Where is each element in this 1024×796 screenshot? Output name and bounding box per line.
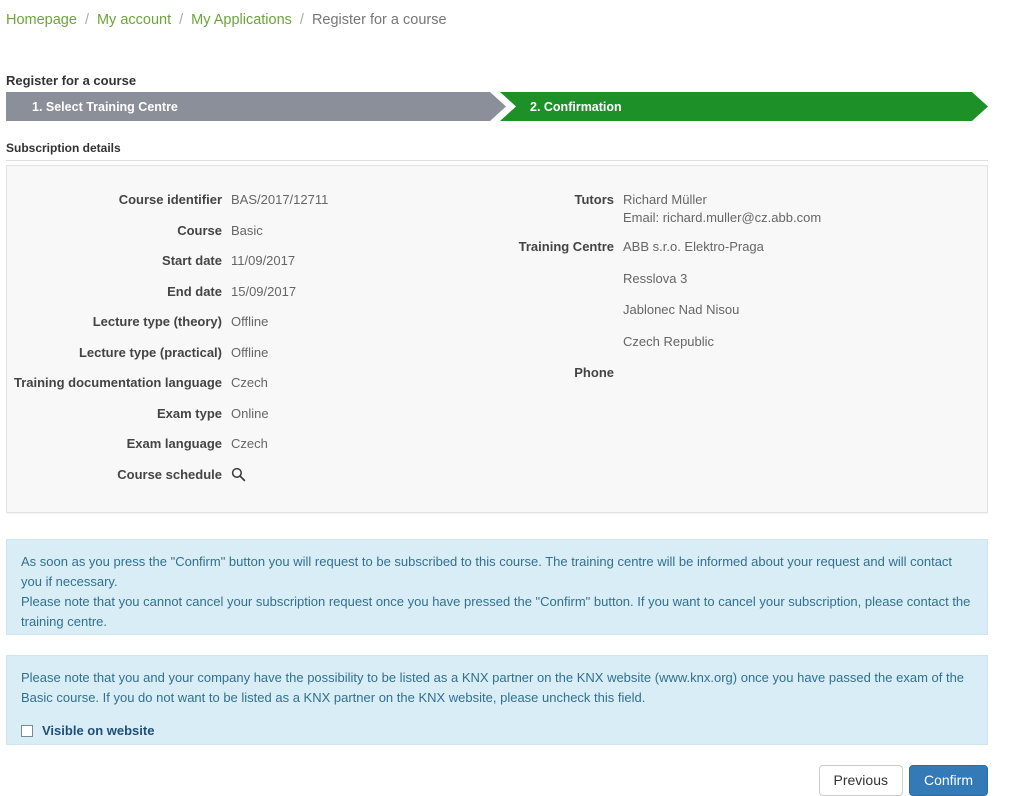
- detail-row-training-centre-country: Czech Republic: [507, 333, 987, 351]
- wizard-step-confirmation[interactable]: 2. Confirmation: [500, 92, 988, 121]
- tutor-email: Email: richard.muller@cz.abb.com: [623, 209, 822, 225]
- confirm-note-line-1: As soon as you press the "Confirm" butto…: [21, 554, 953, 590]
- previous-button[interactable]: Previous: [818, 765, 903, 796]
- breadcrumb-separator: /: [84, 12, 89, 28]
- detail-row-lecture-type-theory: Lecture type (theory) Offline: [7, 313, 507, 331]
- breadcrumb-item-my-account[interactable]: My account: [97, 12, 171, 28]
- breadcrumb-separator: /: [299, 12, 304, 28]
- detail-row-training-centre-city: Jablonec Nad Nisou: [507, 301, 987, 319]
- detail-label: End date: [167, 283, 222, 299]
- detail-value-group: Richard Müller Email: richard.muller@cz.…: [623, 191, 821, 226]
- visible-on-website-label[interactable]: Visible on website: [42, 721, 154, 741]
- detail-label: Exam language: [126, 436, 222, 452]
- breadcrumb-item-homepage[interactable]: Homepage: [6, 12, 77, 28]
- detail-row-exam-type: Exam type Online: [7, 405, 507, 423]
- tutor-name: Richard Müller: [623, 192, 707, 207]
- detail-label: Training documentation language: [13, 375, 222, 391]
- wizard-step-2-label: 2. Confirmation: [530, 99, 622, 114]
- wizard-step-select-training-centre[interactable]: 1. Select Training Centre: [6, 92, 506, 121]
- wizard-steps: 1. Select Training Centre 2. Confirmatio…: [6, 92, 988, 121]
- details-left-column: Course identifier BAS/2017/12711 Course …: [7, 191, 507, 496]
- detail-value: Offline: [231, 344, 269, 360]
- detail-row-training-centre: Training Centre ABB s.r.o. Elektro-Praga: [507, 238, 987, 256]
- detail-value: BAS/2017/12711: [231, 192, 329, 207]
- confirm-info-alert: As soon as you press the "Confirm" butto…: [6, 539, 988, 635]
- knx-partner-note: Please note that you and your company ha…: [21, 670, 965, 706]
- form-actions: Previous Confirm: [818, 765, 988, 796]
- detail-value: 11/09/2017: [231, 253, 296, 269]
- visible-on-website-row: Visible on website: [21, 721, 973, 741]
- detail-value: Basic: [231, 222, 263, 238]
- detail-label: Exam type: [156, 405, 222, 421]
- detail-label: Phone: [574, 365, 614, 381]
- detail-row-course-schedule: Course schedule: [7, 466, 507, 484]
- detail-row-end-date: End date 15/09/2017: [7, 283, 507, 301]
- detail-label: Start date: [162, 253, 222, 269]
- detail-value: Czech: [231, 375, 268, 391]
- detail-value: Offline: [231, 314, 269, 330]
- detail-row-tutors: Tutors Richard Müller Email: richard.mul…: [507, 191, 987, 226]
- breadcrumb: Homepage / My account / My Applications …: [6, 10, 447, 30]
- detail-row-training-documentation-language: Training documentation language Czech: [7, 374, 507, 392]
- detail-label: Lecture type (practical): [78, 344, 222, 360]
- detail-label: Training Centre: [518, 239, 614, 255]
- detail-value: Czech: [231, 436, 268, 452]
- detail-label: Lecture type (theory): [92, 314, 222, 330]
- subscription-details-panel: Course identifier BAS/2017/12711 Course …: [6, 165, 988, 513]
- detail-value: Resslova 3: [623, 270, 688, 286]
- section-divider: [6, 160, 988, 161]
- details-right-column: Tutors Richard Müller Email: richard.mul…: [507, 191, 987, 395]
- detail-row-phone: Phone: [507, 364, 987, 382]
- detail-value: 15/09/2017: [231, 283, 297, 299]
- detail-label: Course identifier: [118, 192, 222, 207]
- detail-value: ABB s.r.o. Elektro-Praga: [623, 239, 764, 255]
- detail-row-training-centre-street: Resslova 3: [507, 270, 987, 288]
- knx-partner-alert: Please note that you and your company ha…: [6, 655, 988, 745]
- detail-value: Online: [231, 405, 269, 421]
- breadcrumb-separator: /: [179, 12, 184, 28]
- search-icon[interactable]: [231, 467, 246, 484]
- confirm-note-line-2: Please note that you cannot cancel your …: [21, 594, 971, 630]
- detail-row-lecture-type-practical: Lecture type (practical) Offline: [7, 344, 507, 362]
- detail-row-start-date: Start date 11/09/2017: [7, 252, 507, 270]
- breadcrumb-item-current: Register for a course: [311, 12, 447, 28]
- visible-on-website-checkbox[interactable]: [21, 725, 33, 738]
- breadcrumb-item-my-applications[interactable]: My Applications: [191, 12, 292, 28]
- detail-row-course-identifier: Course identifier BAS/2017/12711: [7, 191, 507, 209]
- detail-label: Tutors: [574, 192, 614, 207]
- detail-value: Czech Republic: [623, 333, 715, 349]
- detail-row-course: Course Basic: [7, 222, 507, 240]
- detail-value: Jablonec Nad Nisou: [623, 302, 740, 318]
- page-title: Register for a course: [6, 72, 137, 88]
- wizard-step-1-label: 1. Select Training Centre: [32, 99, 178, 114]
- detail-label: Course schedule: [117, 466, 222, 482]
- section-heading-subscription-details: Subscription details: [6, 141, 121, 155]
- confirm-button[interactable]: Confirm: [908, 765, 988, 796]
- detail-label: Course: [177, 222, 222, 238]
- detail-row-exam-language: Exam language Czech: [7, 435, 507, 453]
